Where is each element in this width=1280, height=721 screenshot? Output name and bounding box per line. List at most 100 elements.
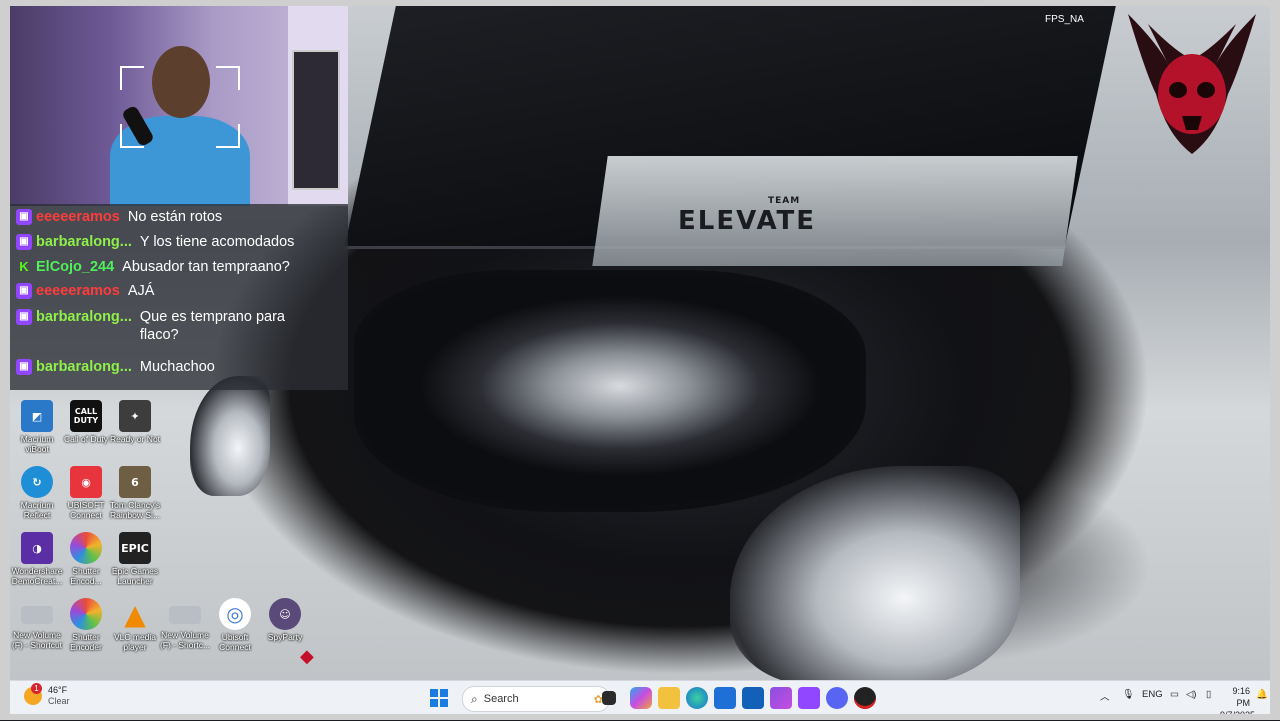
frame-bottom xyxy=(0,714,1280,720)
search-icon: ⌕ xyxy=(471,691,478,706)
chat-line: ▣ barbaralong... Y los tiene acomodados xyxy=(16,233,294,257)
gtr-badge-icon: ◆ xyxy=(300,646,314,667)
desktop-icon-spyparty[interactable]: ☺ SpyParty xyxy=(256,598,314,642)
chat-username: eeeeeramos xyxy=(36,209,120,225)
twitch-icon: ▣ xyxy=(16,309,32,325)
weather-icon: 1 xyxy=(24,683,42,705)
twitch-icon: ▣ xyxy=(16,234,32,250)
desktop-icon-ready-or-not[interactable]: ✦ Ready or Not xyxy=(106,400,164,444)
notification-bell-icon[interactable]: 🔔 xyxy=(1256,689,1268,700)
taskbar-search[interactable]: ⌕ Search ✿ xyxy=(462,686,610,712)
chat-username: ElCojo_244 xyxy=(36,259,115,275)
task-view-icon[interactable] xyxy=(602,691,616,705)
chat-overlay: ▣ eeeeeramos No están rotos ▣ barbaralon… xyxy=(10,204,348,390)
tray-language[interactable]: ENG xyxy=(1142,689,1163,700)
chat-message: Y los tiene acomodados xyxy=(139,234,295,250)
banner-small-text: TEAM xyxy=(768,196,801,206)
ubisoft-connect-icon: ◎ xyxy=(219,598,251,630)
weather-temp: 46°F xyxy=(48,685,68,695)
chat-message: Que es temprano para flaco? xyxy=(140,308,285,344)
copilot-icon[interactable] xyxy=(630,687,652,709)
volume-icon[interactable]: ◁) xyxy=(1186,689,1196,700)
ready-or-not-icon: ✦ xyxy=(119,400,151,432)
drive-icon xyxy=(21,606,53,624)
ubisoft-icon: ◉ xyxy=(70,466,102,498)
file-explorer-icon[interactable] xyxy=(658,687,680,709)
desktop-icon-rainbow-six[interactable]: 6 Tom Clancy's Rainbow Si... xyxy=(106,466,164,520)
chat-username: eeeeeramos xyxy=(36,283,120,299)
spyparty-icon: ☺ xyxy=(269,598,301,630)
epic-games-icon: EPIC xyxy=(119,532,151,564)
chat-message-part: Que es temprano para xyxy=(139,309,285,325)
vlc-icon: ▲ xyxy=(124,597,146,631)
engine-bay xyxy=(360,276,860,506)
overlay-fps-label: FPS_NA xyxy=(1045,13,1084,25)
tray-overflow-icon[interactable]: ︿ xyxy=(1100,689,1110,703)
shutter-encoder-icon xyxy=(70,532,102,564)
rainbow-six-icon: 6 xyxy=(119,466,151,498)
desktop-icon-label: Tom Clancy's Rainbow Si... xyxy=(109,500,161,520)
desktop-icon-label: Epic Games Launcher xyxy=(111,566,159,586)
demon-skull-logo xyxy=(1128,14,1256,154)
chat-line: ▣ eeeeeramos AJÁ xyxy=(16,282,154,306)
battery-icon[interactable]: ▯ xyxy=(1206,689,1211,700)
weather-desc: Clear xyxy=(48,696,70,706)
shutter-encoder-icon xyxy=(70,598,102,630)
search-placeholder: Search xyxy=(483,693,519,705)
call-of-duty-icon: CALL DUTY xyxy=(70,400,102,432)
desktop-icon-label: SpyParty xyxy=(267,632,303,642)
clipchamp-icon[interactable] xyxy=(770,687,792,709)
chat-message: No están rotos xyxy=(127,209,223,225)
weather-widget[interactable]: 1 46°F Clear xyxy=(24,683,70,707)
start-tile xyxy=(430,689,438,697)
cam-corner-br xyxy=(216,124,240,148)
cam-corner-tl xyxy=(120,66,144,90)
chat-username: barbaralong... xyxy=(36,234,132,250)
start-tile xyxy=(440,699,448,707)
windows-start-icon[interactable] xyxy=(428,687,450,709)
edge-icon[interactable] xyxy=(686,687,708,709)
chat-line: K ElCojo_244 Abusador tan tempraano? xyxy=(16,258,290,282)
frame-top xyxy=(0,0,1280,6)
frame-right xyxy=(1270,0,1280,720)
macrium-reflect-icon: ↻ xyxy=(21,466,53,498)
cam-corner-tr xyxy=(216,66,240,90)
network-icon[interactable]: ▭ xyxy=(1170,689,1179,700)
drive-icon xyxy=(169,606,201,624)
obs-icon[interactable] xyxy=(854,687,876,709)
cam-poster xyxy=(292,50,340,190)
desktop-icon-label: Ready or Not xyxy=(109,434,161,444)
streamer-head xyxy=(152,46,210,118)
chat-message: AJÁ xyxy=(127,283,155,299)
cam-corner-bl xyxy=(120,124,144,148)
chat-message: Muchachoo xyxy=(139,359,215,375)
chat-line: ▣ eeeeeramos No están rotos xyxy=(16,208,222,232)
twitch-icon: ▣ xyxy=(16,359,32,375)
chat-line: ▣ barbaralong... Muchachoo xyxy=(16,358,215,382)
screen: TEAM ELEVATE ◆ ▣ eeeeeramos No están rot… xyxy=(0,0,1280,720)
store-icon[interactable] xyxy=(714,687,736,709)
chat-message: Abusador tan tempraano? xyxy=(122,259,290,275)
twitch-icon: ▣ xyxy=(16,209,32,225)
webcam-overlay xyxy=(10,6,348,206)
chat-username: barbaralong... xyxy=(36,359,132,375)
chat-message-part: flaco? xyxy=(139,327,179,343)
twitch-icon: ▣ xyxy=(16,283,32,299)
start-tile xyxy=(440,689,448,697)
clock-time: 9:16 PM xyxy=(1232,686,1250,708)
windshield-banner: TEAM ELEVATE xyxy=(678,196,816,236)
taskbar: 1 46°F Clear ⌕ Search ✿ ︿ 🎙 ENG ▭ ◁) ▯ 9… xyxy=(10,680,1270,720)
discord-icon[interactable] xyxy=(826,687,848,709)
chat-username: barbaralong... xyxy=(36,309,132,325)
frame-left xyxy=(0,0,10,720)
kick-icon: K xyxy=(19,259,29,274)
democreator-icon: ◑ xyxy=(21,532,53,564)
macrium-viboot-icon: ◩ xyxy=(21,400,53,432)
outlook-icon[interactable] xyxy=(742,687,764,709)
banner-text: ELEVATE xyxy=(678,206,817,236)
desktop-icon-epic-games[interactable]: EPIC Epic Games Launcher xyxy=(106,532,164,586)
chat-line: ▣ barbaralong... Que es temprano para fl… xyxy=(16,308,285,354)
car-windshield xyxy=(592,156,1078,266)
twitch-app-icon[interactable] xyxy=(798,687,820,709)
microphone-tray-icon[interactable]: 🎙 xyxy=(1122,689,1134,700)
